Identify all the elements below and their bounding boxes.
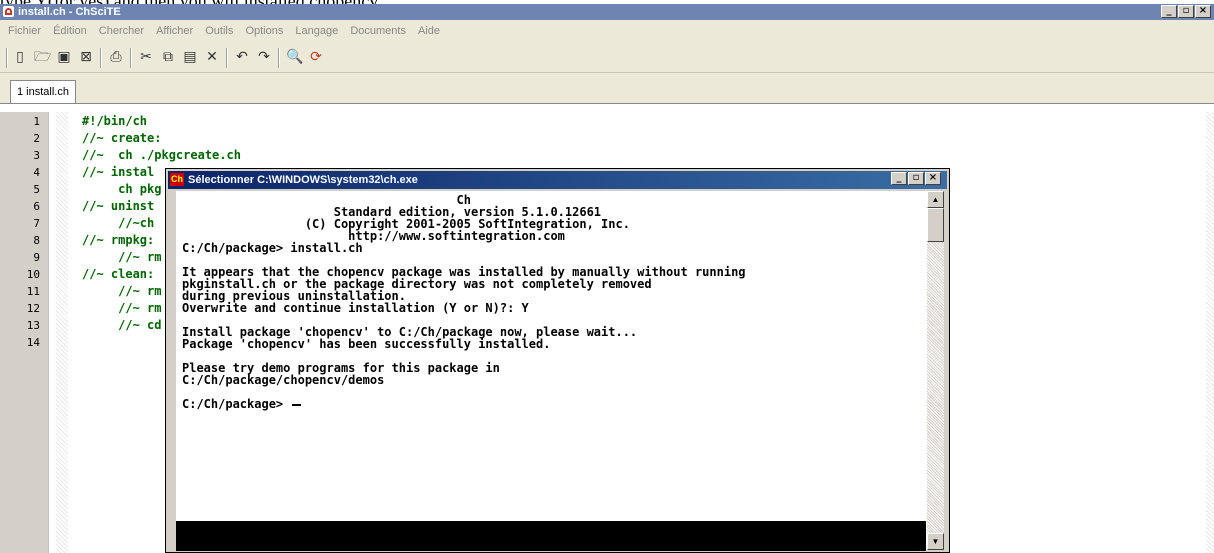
redo-icon[interactable]: ↷ (256, 49, 272, 65)
find-icon[interactable]: 🔍 (286, 49, 303, 65)
new-file-icon[interactable]: ▯ (12, 49, 28, 65)
scroll-up-arrow-icon[interactable]: ▲ (927, 191, 944, 208)
line-number: 2 (33, 132, 40, 145)
code-line: //~ ch ./pkgcreate.ch (82, 148, 241, 162)
title-bar[interactable]: install.ch - ChSciTE _ ▫ × (0, 4, 1214, 20)
console-line: Overwrite and continue installation (Y o… (182, 301, 529, 315)
line-number: 10 (26, 268, 40, 281)
line-number: 6 (33, 200, 40, 213)
code-line: //~ clean: (82, 267, 155, 281)
console-title: Sélectionner C:\WINDOWS\system32\ch.exe (188, 174, 418, 186)
tab-install-ch[interactable]: 1 install.ch (10, 80, 76, 103)
menu-documents[interactable]: Documents (350, 25, 406, 37)
minimize-button[interactable]: _ (1161, 5, 1177, 18)
delete-icon[interactable]: ✕ (204, 49, 220, 65)
menu-langage[interactable]: Langage (295, 25, 338, 37)
code-line: //~ch (82, 216, 155, 230)
console-prompt-text: C:/Ch/package> (182, 397, 291, 411)
line-number: 3 (33, 149, 40, 162)
console-line: C:/Ch/package> install.ch (182, 241, 363, 255)
line-number: 14 (26, 336, 40, 349)
console-minimize-button[interactable]: _ (891, 172, 907, 185)
fold-margin (56, 112, 68, 553)
menu-aide[interactable]: Aide (418, 25, 440, 37)
line-number: 12 (26, 302, 40, 315)
toolbar-separator (226, 48, 228, 68)
code-line: //~ rmpkg: (82, 233, 155, 247)
console-title-bar[interactable]: Ch Sélectionner C:\WINDOWS\system32\ch.e… (168, 171, 947, 189)
scroll-track[interactable] (927, 242, 944, 533)
menu-bar: Fichier Édition Chercher Afficher Outils… (0, 20, 1214, 42)
tab-bar: 1 install.ch (0, 73, 1214, 104)
app-icon (3, 6, 14, 17)
close-button[interactable]: × (1195, 5, 1211, 18)
code-line: //~ cd (82, 318, 162, 332)
toolbar-separator (278, 48, 280, 68)
close-file-icon[interactable]: ⊠ (78, 49, 94, 65)
maximize-button[interactable]: ▫ (1178, 5, 1194, 18)
line-number: 5 (33, 183, 40, 196)
line-number: 4 (33, 166, 40, 179)
console-close-button[interactable]: × (925, 172, 941, 185)
console-line: C:/Ch/package/chopencv/demos (182, 373, 385, 387)
cut-icon[interactable]: ✂ (138, 49, 154, 65)
line-number: 13 (26, 319, 40, 332)
menu-afficher[interactable]: Afficher (156, 25, 193, 37)
line-number: 7 (33, 217, 40, 230)
toolbar-separator (130, 48, 132, 68)
code-line: ch pkg (82, 182, 162, 196)
code-line: //~ uninst (82, 199, 155, 213)
menu-options[interactable]: Options (245, 25, 283, 37)
line-number: 9 (33, 251, 40, 264)
print-icon[interactable]: ⎙ (108, 49, 124, 65)
code-line: #!/bin/ch (82, 114, 148, 128)
console-window[interactable]: Ch Sélectionner C:\WINDOWS\system32\ch.e… (165, 168, 950, 553)
ch-console-icon: Ch (170, 173, 184, 186)
replace-icon[interactable]: ⟳ (308, 49, 324, 65)
code-line: //~ instal (82, 165, 155, 179)
save-icon[interactable]: ▣ (56, 49, 72, 65)
copy-icon[interactable]: ⧉ (160, 49, 176, 65)
console-maximize-button[interactable]: ▫ (908, 172, 924, 185)
paste-icon[interactable]: ▤ (182, 49, 198, 65)
toolbar-separator (100, 48, 102, 68)
menu-chercher[interactable]: Chercher (99, 25, 144, 37)
menu-fichier[interactable]: Fichier (8, 25, 41, 37)
line-number: 8 (33, 234, 40, 247)
console-output[interactable]: Ch Standard edition, version 5.1.0.12661… (176, 191, 926, 521)
code-line: //~ rm (82, 284, 162, 298)
console-line: Package 'chopencv' has been successfully… (182, 337, 551, 351)
menu-outils[interactable]: Outils (205, 25, 233, 37)
code-line: //~ create: (82, 131, 162, 145)
scroll-thumb[interactable] (927, 208, 944, 242)
window-title: install.ch - ChSciTE (18, 6, 121, 18)
editor-right-margin (1206, 112, 1214, 553)
code-line: //~ rm (82, 301, 162, 315)
console-bottom-area (176, 521, 926, 551)
line-number-gutter: 1 2 3 4 5 6 7 8 9 10 11 12 13 14 (0, 112, 49, 553)
chscite-window: install.ch - ChSciTE _ ▫ × Fichier Éditi… (0, 0, 1214, 553)
toolbar-separator (6, 48, 8, 68)
line-number: 11 (26, 285, 40, 298)
menu-edition[interactable]: Édition (53, 25, 87, 37)
console-prompt[interactable]: C:/Ch/package> (182, 397, 302, 411)
toolbar: ▯ 🗁 ▣ ⊠ ⎙ ✂ ⧉ ▤ ✕ ↶ ↷ 🔍 ⟳ (0, 42, 1214, 73)
open-folder-icon[interactable]: 🗁 (34, 49, 51, 65)
console-text-area[interactable]: Ch Standard edition, version 5.1.0.12661… (176, 191, 926, 521)
undo-icon[interactable]: ↶ (234, 49, 250, 65)
scroll-down-arrow-icon[interactable]: ▼ (927, 533, 944, 550)
line-number: 1 (33, 115, 40, 128)
console-scrollbar[interactable]: ▲ ▼ (926, 191, 944, 550)
code-line: //~ rm (82, 250, 162, 264)
text-cursor (292, 403, 302, 406)
